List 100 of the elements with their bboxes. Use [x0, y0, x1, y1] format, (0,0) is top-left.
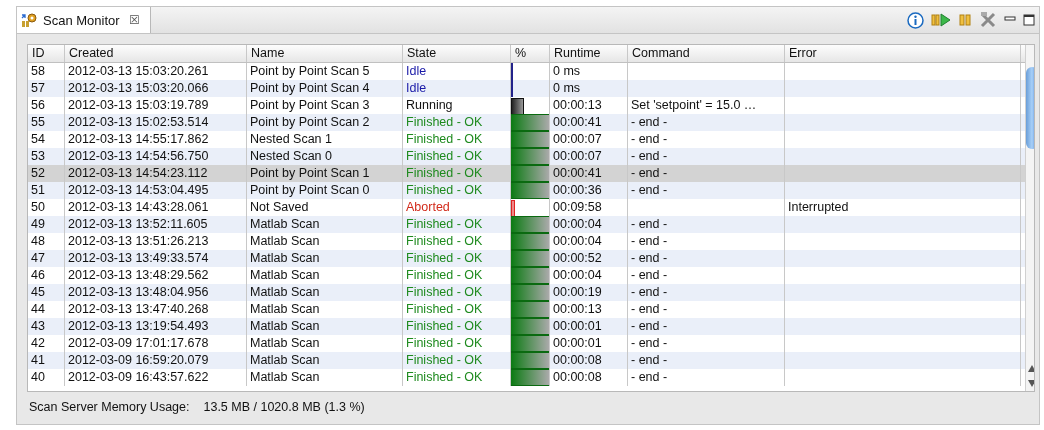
- table-cell: - end -: [631, 369, 668, 386]
- table-cell: 53: [31, 148, 45, 165]
- remove-icon[interactable]: [979, 11, 997, 29]
- table-cell: - end -: [631, 131, 668, 148]
- table-cell: 00:00:07: [553, 131, 602, 148]
- table-cell: - end -: [631, 335, 668, 352]
- state-text: Finished - OK: [406, 165, 483, 182]
- table-cell: - end -: [631, 233, 668, 250]
- table-cell: 2012-03-13 15:02:53.514: [68, 114, 209, 131]
- table-cell: Point by Point Scan 2: [250, 114, 370, 131]
- table-cell: 41: [31, 352, 45, 369]
- table-row[interactable]: 49 2012-03-13 13:52:11.605 Matlab Scan Finished - OK 00:00:04 - end -: [28, 216, 1025, 233]
- table-cell: 0 ms: [553, 63, 581, 80]
- state-text: Finished - OK: [406, 352, 483, 369]
- table-cell: 00:00:19: [553, 284, 602, 301]
- table-cell: 52: [31, 165, 45, 182]
- table-cell: 2012-03-09 16:59:20.079: [68, 352, 209, 369]
- table-cell: 2012-03-13 14:54:56.750: [68, 148, 209, 165]
- table-row[interactable]: 52 2012-03-13 14:54:23.112 Point by Point Scan 1 Finished - OK 00:00:41 - end -: [28, 165, 1025, 182]
- table-cell: 45: [31, 284, 45, 301]
- table-cell: - end -: [631, 165, 668, 182]
- table-cell: 2012-03-13 14:54:23.112: [68, 165, 208, 182]
- table-cell: 00:00:07: [553, 148, 602, 165]
- table-cell: 58: [31, 63, 45, 80]
- table-row[interactable]: 53 2012-03-13 14:54:56.750 Nested Scan 0 Finished - OK 00:00:07 - end -: [28, 148, 1025, 165]
- table-cell: Point by Point Scan 5: [250, 63, 370, 80]
- table-row[interactable]: 57 2012-03-13 15:03:20.066 Point by Point Scan 4 Idle 0 ms: [28, 80, 1025, 97]
- table-row[interactable]: 45 2012-03-13 13:48:04.956 Matlab Scan Finished - OK 00:00:19 - end -: [28, 284, 1025, 301]
- table-cell: Matlab Scan: [250, 318, 320, 335]
- state-text: Finished - OK: [406, 216, 483, 233]
- table-cell: 55: [31, 114, 45, 131]
- state-text: Finished - OK: [406, 369, 483, 386]
- table-cell: 00:00:08: [553, 352, 602, 369]
- table-cell: - end -: [631, 250, 668, 267]
- column-header[interactable]: Name: [247, 45, 403, 62]
- column-header[interactable]: %: [511, 45, 550, 62]
- column-header[interactable]: Error: [785, 45, 1021, 62]
- table-cell: Matlab Scan: [250, 369, 320, 386]
- column-header[interactable]: Command: [628, 45, 785, 62]
- column-header[interactable]: State: [403, 45, 511, 62]
- table-cell: 2012-03-09 17:01:17.678: [68, 335, 209, 352]
- table-cell: 2012-03-13 13:51:26.213: [68, 233, 209, 250]
- table-cell: 49: [31, 216, 45, 233]
- scroll-up-icon[interactable]: [1028, 365, 1034, 372]
- table-cell: - end -: [631, 216, 668, 233]
- table-cell: 00:00:13: [553, 301, 602, 318]
- state-text: Aborted: [406, 199, 450, 216]
- table-cell: 2012-03-13 13:49:33.574: [68, 250, 209, 267]
- view-tab[interactable]: Scan Monitor ☒: [17, 7, 151, 33]
- table-cell: Point by Point Scan 3: [250, 97, 370, 114]
- column-header[interactable]: ID: [28, 45, 65, 62]
- table-cell: - end -: [631, 114, 668, 131]
- table-cell: 00:00:04: [553, 267, 602, 284]
- table-row[interactable]: 51 2012-03-13 14:53:04.495 Point by Point Scan 0 Finished - OK 00:00:36 - end -: [28, 182, 1025, 199]
- table-cell: 2012-03-13 15:03:20.261: [68, 63, 209, 80]
- table-cell: 0 ms: [553, 80, 581, 97]
- state-text: Finished - OK: [406, 182, 483, 199]
- table-cell: - end -: [631, 182, 668, 199]
- state-text: Finished - OK: [406, 284, 483, 301]
- tab-title: Scan Monitor: [43, 12, 120, 28]
- table-cell: Set 'setpoint' = 15.0 …: [631, 97, 757, 114]
- column-header[interactable]: Created: [65, 45, 247, 62]
- close-icon[interactable]: ☒: [128, 13, 140, 27]
- table-cell: 54: [31, 131, 45, 148]
- scan-monitor-icon: [21, 12, 38, 28]
- state-text: Finished - OK: [406, 267, 483, 284]
- table-cell: 2012-03-13 14:55:17.862: [68, 131, 209, 148]
- table-cell: 2012-03-13 14:43:28.061: [68, 199, 209, 216]
- maximize-icon[interactable]: [1023, 14, 1035, 26]
- table-row[interactable]: 43 2012-03-13 13:19:54.493 Matlab Scan Finished - OK 00:00:01 - end -: [28, 318, 1025, 335]
- table-cell: Matlab Scan: [250, 335, 320, 352]
- column-header[interactable]: Runtime: [550, 45, 628, 62]
- pause-icon[interactable]: [958, 13, 972, 27]
- table-cell: 51: [31, 182, 45, 199]
- state-text: Idle: [406, 63, 427, 80]
- table-cell: 44: [31, 301, 45, 318]
- table-cell: Point by Point Scan 1: [250, 165, 370, 182]
- table-cell: Point by Point Scan 4: [250, 80, 370, 97]
- state-text: Running: [406, 97, 453, 114]
- table-cell: Matlab Scan: [250, 267, 320, 284]
- status-value: 13.5 MB / 1020.8 MB (1.3 %): [203, 400, 365, 414]
- table-row[interactable]: 41 2012-03-09 16:59:20.079 Matlab Scan Finished - OK 00:00:08 - end -: [28, 352, 1025, 369]
- table-row[interactable]: 47 2012-03-13 13:49:33.574 Matlab Scan Finished - OK 00:00:52 - end -: [28, 250, 1025, 267]
- table-cell: 2012-03-13 13:48:29.562: [68, 267, 209, 284]
- table-cell: 00:00:01: [553, 318, 602, 335]
- table-cell: - end -: [631, 301, 668, 318]
- state-text: Idle: [406, 80, 427, 97]
- table-cell: Matlab Scan: [250, 284, 320, 301]
- resume-icon[interactable]: [931, 13, 951, 27]
- table-cell: 2012-03-13 15:03:20.066: [68, 80, 209, 97]
- table-cell: 00:00:01: [553, 335, 602, 352]
- table-cell: - end -: [631, 267, 668, 284]
- table-cell: 2012-03-13 13:19:54.493: [68, 318, 209, 335]
- table-row[interactable]: 55 2012-03-13 15:02:53.514 Point by Point Scan 2 Finished - OK 00:00:41 - end -: [28, 114, 1025, 131]
- scroll-down-icon[interactable]: [1028, 380, 1034, 387]
- info-icon[interactable]: [907, 11, 924, 29]
- table-cell: - end -: [631, 284, 668, 301]
- table-cell: 00:00:41: [553, 114, 602, 131]
- state-text: Finished - OK: [406, 335, 483, 352]
- table-cell: Interrupted: [788, 199, 849, 216]
